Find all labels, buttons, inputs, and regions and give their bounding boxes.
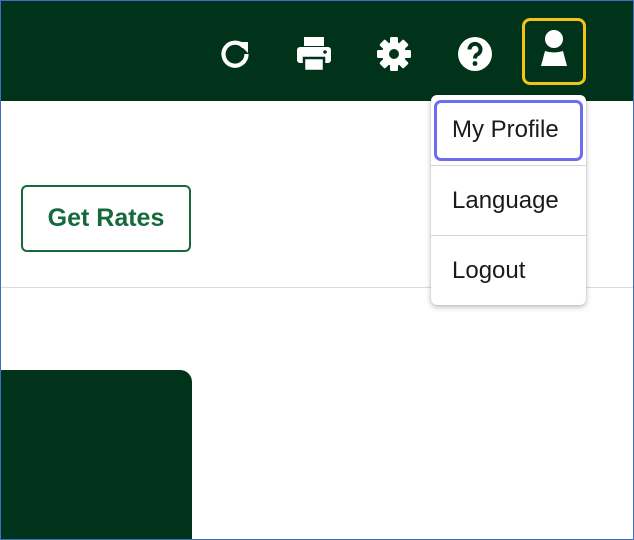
user-menu-dropdown: My Profile Language Logout	[431, 95, 586, 305]
profile-button[interactable]	[522, 18, 586, 85]
menu-item-logout[interactable]: Logout	[431, 235, 586, 305]
top-bar	[1, 1, 633, 101]
print-button[interactable]	[294, 34, 334, 74]
menu-item-label: My Profile	[452, 116, 559, 143]
help-icon	[455, 34, 495, 74]
app-frame: Get Rates My Profile Language Logout	[0, 0, 634, 540]
menu-item-label: Logout	[452, 256, 526, 284]
refresh-button[interactable]	[215, 34, 255, 74]
user-icon	[536, 29, 572, 74]
menu-item-my-profile[interactable]: My Profile	[431, 95, 586, 165]
print-icon	[294, 34, 334, 74]
menu-item-language[interactable]: Language	[431, 165, 586, 235]
content-card	[1, 370, 192, 539]
help-button[interactable]	[455, 34, 495, 74]
refresh-icon	[217, 36, 253, 72]
menu-item-label: Language	[452, 186, 559, 214]
settings-button[interactable]	[374, 34, 414, 74]
settings-icon	[374, 34, 414, 74]
get-rates-button[interactable]: Get Rates	[21, 185, 191, 252]
